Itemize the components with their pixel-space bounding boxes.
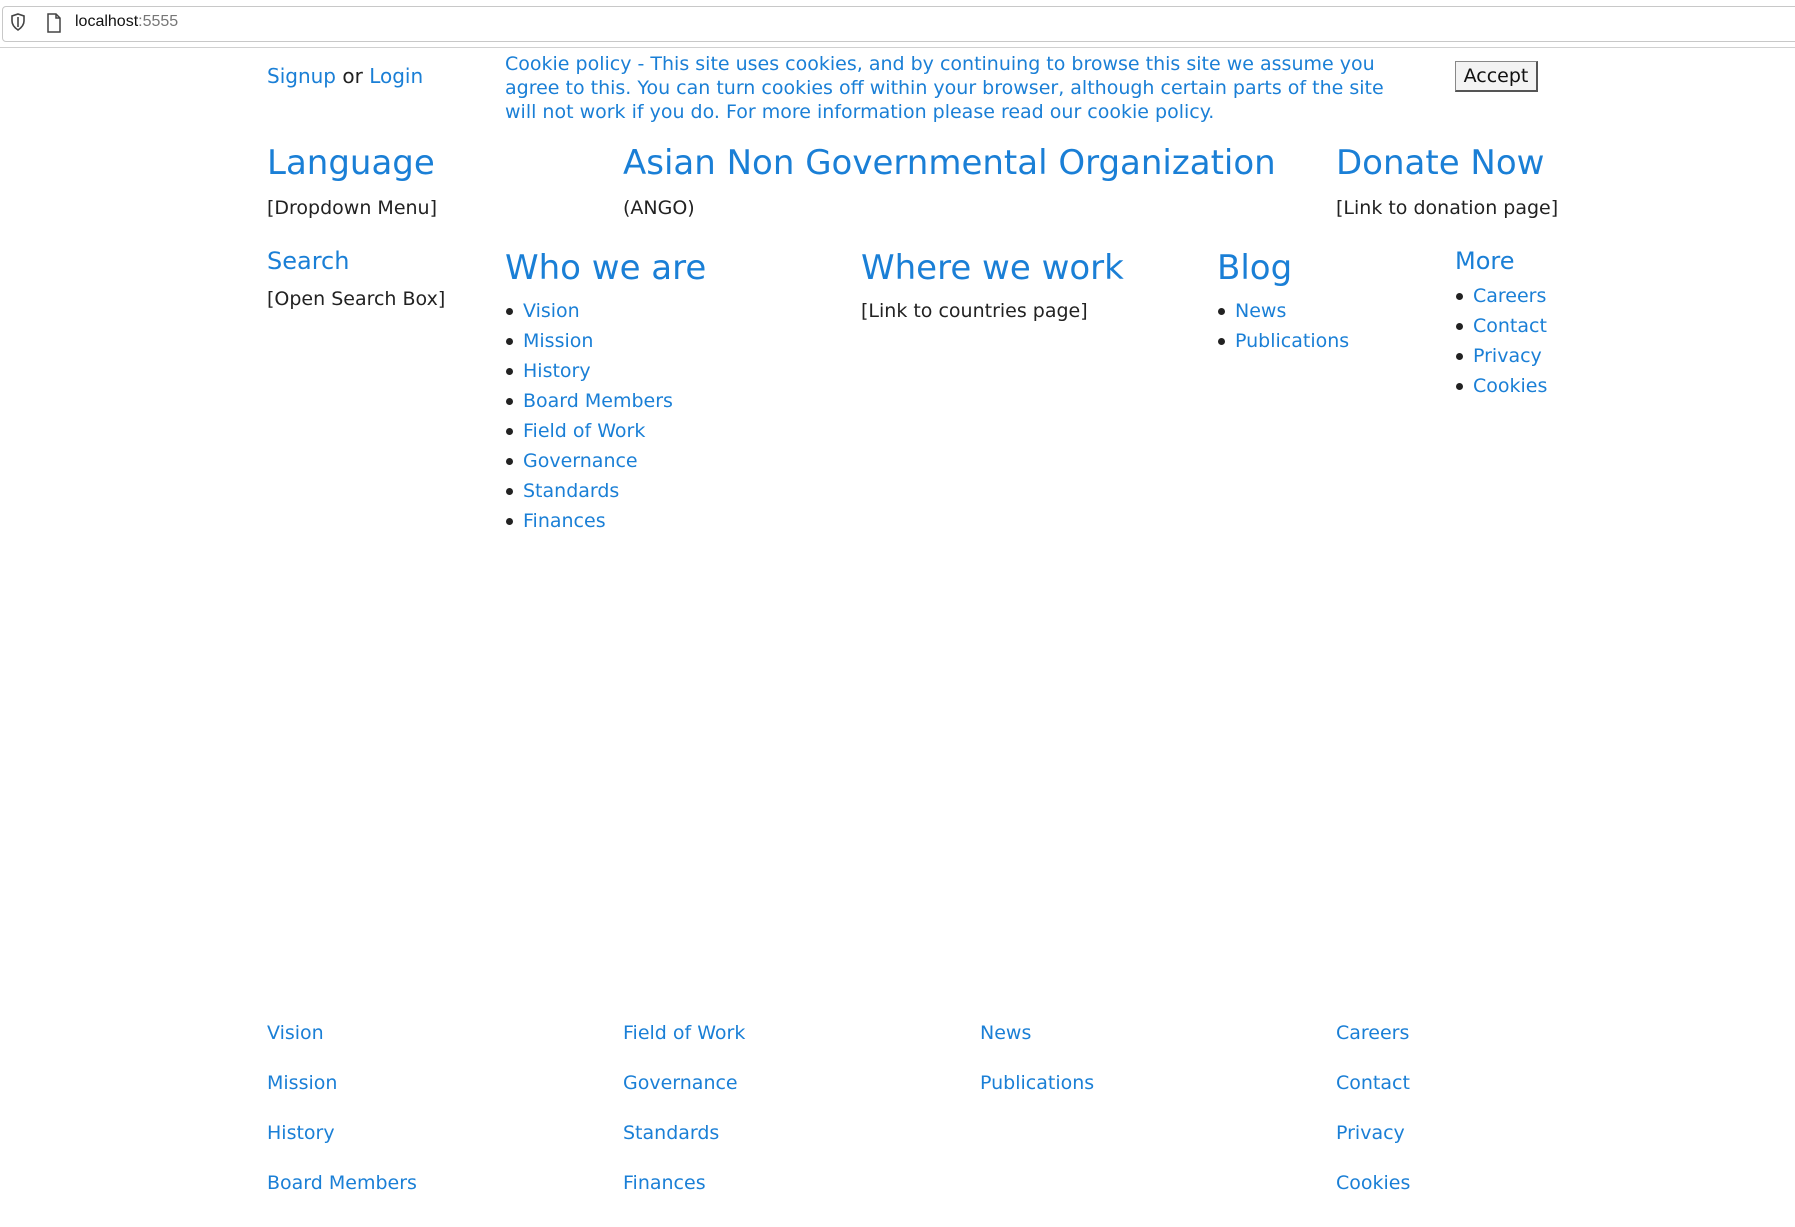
footer-column-3: News Publications bbox=[980, 1016, 1094, 1116]
footer-column-1: Vision Mission History Board Members bbox=[267, 1016, 417, 1216]
list-item: Vision bbox=[505, 296, 706, 326]
blog-link[interactable]: Publications bbox=[1235, 330, 1349, 352]
list-item: Publications bbox=[1217, 326, 1349, 356]
who-we-are-heading[interactable]: Who we are bbox=[505, 248, 706, 288]
donation-link-placeholder: [Link to donation page] bbox=[1336, 197, 1559, 219]
who-we-are-link[interactable]: Governance bbox=[523, 450, 638, 472]
footer-column-4: Careers Contact Privacy Cookies bbox=[1336, 1016, 1410, 1216]
blog-section: Blog News Publications bbox=[1217, 248, 1349, 356]
accept-cookies-button[interactable]: Accept bbox=[1455, 61, 1538, 92]
footer-link[interactable]: Publications bbox=[980, 1066, 1094, 1116]
more-list: Careers Contact Privacy Cookies bbox=[1455, 281, 1547, 401]
list-item: Privacy bbox=[1455, 341, 1547, 371]
footer-link[interactable]: Mission bbox=[267, 1066, 417, 1116]
footer-link[interactable]: Privacy bbox=[1336, 1116, 1410, 1166]
countries-link-placeholder: [Link to countries page] bbox=[861, 300, 1088, 322]
url-host: localhost bbox=[75, 13, 139, 30]
auth-links: Signup or Login bbox=[267, 64, 423, 88]
footer-link[interactable]: Finances bbox=[623, 1166, 745, 1216]
who-we-are-link[interactable]: Mission bbox=[523, 330, 593, 352]
cookie-policy-text: Cookie policy - This site uses cookies, … bbox=[505, 53, 1384, 123]
url-field[interactable] bbox=[2, 6, 1795, 42]
list-item: History bbox=[505, 356, 706, 386]
blog-link[interactable]: News bbox=[1235, 300, 1286, 322]
who-we-are-list: Vision Mission History Board Members Fie… bbox=[505, 296, 706, 536]
blog-list: News Publications bbox=[1217, 296, 1349, 356]
who-we-are-link[interactable]: Standards bbox=[523, 480, 619, 502]
org-abbreviation: (ANGO) bbox=[623, 197, 695, 219]
who-we-are-link[interactable]: History bbox=[523, 360, 591, 382]
list-item: Careers bbox=[1455, 281, 1547, 311]
search-box-placeholder: [Open Search Box] bbox=[267, 288, 446, 310]
footer-column-2: Field of Work Governance Standards Finan… bbox=[623, 1016, 745, 1216]
search-heading[interactable]: Search bbox=[267, 246, 445, 276]
blog-heading[interactable]: Blog bbox=[1217, 248, 1349, 288]
login-link[interactable]: Login bbox=[369, 64, 423, 88]
list-item: Mission bbox=[505, 326, 706, 356]
footer-link[interactable]: Field of Work bbox=[623, 1016, 745, 1066]
where-we-work-section: Where we work [Link to countries page] bbox=[861, 248, 1124, 322]
who-we-are-link[interactable]: Board Members bbox=[523, 390, 673, 412]
page-icon bbox=[47, 13, 61, 33]
signup-link[interactable]: Signup bbox=[267, 64, 336, 88]
list-item: Governance bbox=[505, 446, 706, 476]
list-item: Finances bbox=[505, 506, 706, 536]
footer-link[interactable]: Board Members bbox=[267, 1166, 417, 1216]
footer-link[interactable]: Vision bbox=[267, 1016, 417, 1066]
who-we-are-section: Who we are Vision Mission History Board … bbox=[505, 248, 706, 536]
list-item: Contact bbox=[1455, 311, 1547, 341]
who-we-are-link[interactable]: Finances bbox=[523, 510, 606, 532]
footer-link[interactable]: History bbox=[267, 1116, 417, 1166]
list-item: News bbox=[1217, 296, 1349, 326]
more-heading[interactable]: More bbox=[1455, 246, 1547, 276]
url-port: :5555 bbox=[138, 13, 179, 30]
more-link[interactable]: Careers bbox=[1473, 285, 1546, 307]
footer-link[interactable]: Governance bbox=[623, 1066, 745, 1116]
where-we-work-heading[interactable]: Where we work bbox=[861, 248, 1124, 288]
org-section: Asian Non Governmental Organization (ANG… bbox=[623, 143, 1276, 219]
footer-link[interactable]: News bbox=[980, 1016, 1094, 1066]
who-we-are-link[interactable]: Vision bbox=[523, 300, 580, 322]
language-heading[interactable]: Language bbox=[267, 143, 437, 183]
list-item: Board Members bbox=[505, 386, 706, 416]
donate-heading[interactable]: Donate Now bbox=[1336, 143, 1558, 183]
list-item: Standards bbox=[505, 476, 706, 506]
search-section: Search [Open Search Box] bbox=[267, 246, 445, 310]
list-item: Cookies bbox=[1455, 371, 1547, 401]
shield-icon[interactable] bbox=[10, 13, 26, 31]
footer-link[interactable]: Standards bbox=[623, 1116, 745, 1166]
more-link[interactable]: Privacy bbox=[1473, 345, 1542, 367]
more-link[interactable]: Cookies bbox=[1473, 375, 1547, 397]
auth-or-text: or bbox=[342, 64, 363, 88]
org-title[interactable]: Asian Non Governmental Organization bbox=[623, 143, 1276, 183]
browser-address-bar: localhost:5555 bbox=[0, 0, 1795, 48]
who-we-are-link[interactable]: Field of Work bbox=[523, 420, 645, 442]
footer-link[interactable]: Contact bbox=[1336, 1066, 1410, 1116]
donate-section: Donate Now [Link to donation page] bbox=[1336, 143, 1558, 219]
language-dropdown-placeholder: [Dropdown Menu] bbox=[267, 197, 438, 219]
more-section: More Careers Contact Privacy Cookies bbox=[1455, 246, 1547, 401]
more-link[interactable]: Contact bbox=[1473, 315, 1547, 337]
footer-link[interactable]: Cookies bbox=[1336, 1166, 1410, 1216]
footer-link[interactable]: Careers bbox=[1336, 1016, 1410, 1066]
list-item: Field of Work bbox=[505, 416, 706, 446]
url-text[interactable]: localhost:5555 bbox=[75, 13, 178, 31]
language-section: Language [Dropdown Menu] bbox=[267, 143, 437, 219]
